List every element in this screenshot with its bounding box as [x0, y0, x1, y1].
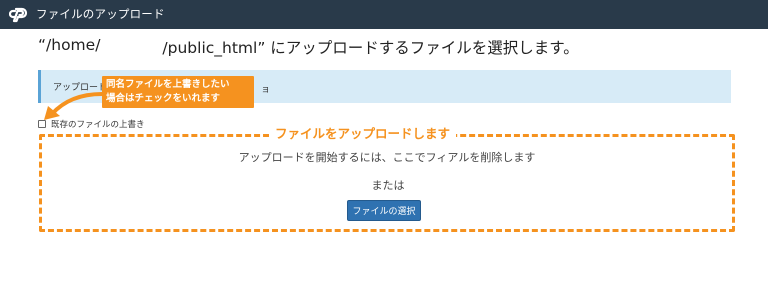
upload-destination-heading: “/home/ /public_html” にアップロードするファイルを選択しま… [38, 36, 579, 58]
overwrite-label: 既存のファイルの上書き [51, 120, 145, 130]
page-title: ファイルのアップロード [36, 6, 165, 21]
top-bar: ファイルのアップロード [0, 0, 768, 29]
select-file-button[interactable]: ファイルの選択 [347, 200, 421, 221]
callout-line-2: 場合はチェックをいれます [106, 93, 221, 104]
drop-zone-instructions: アップロードを開始するには、ここでフィアルを削除します [238, 151, 536, 164]
callout-arrow-icon [44, 92, 104, 120]
heading-suffix: /public_html” にアップロードするファイルを選択します。 [162, 39, 579, 57]
callout-line-1: 同名ファイルを上書きしたい [106, 79, 230, 90]
cpanel-logo-icon[interactable] [8, 6, 30, 24]
info-text-trail: ョ [261, 85, 271, 95]
drop-zone-or: または [371, 179, 405, 192]
overwrite-checkbox[interactable] [38, 120, 46, 128]
drop-zone-title: ファイルをアップロードします [269, 127, 457, 141]
overwrite-option[interactable]: 既存のファイルの上書き [38, 118, 145, 130]
overwrite-callout: 同名ファイルを上書きしたい 場合はチェックをいれます [102, 76, 254, 108]
redacted-username [100, 36, 162, 58]
heading-prefix: “/home/ [38, 36, 101, 54]
